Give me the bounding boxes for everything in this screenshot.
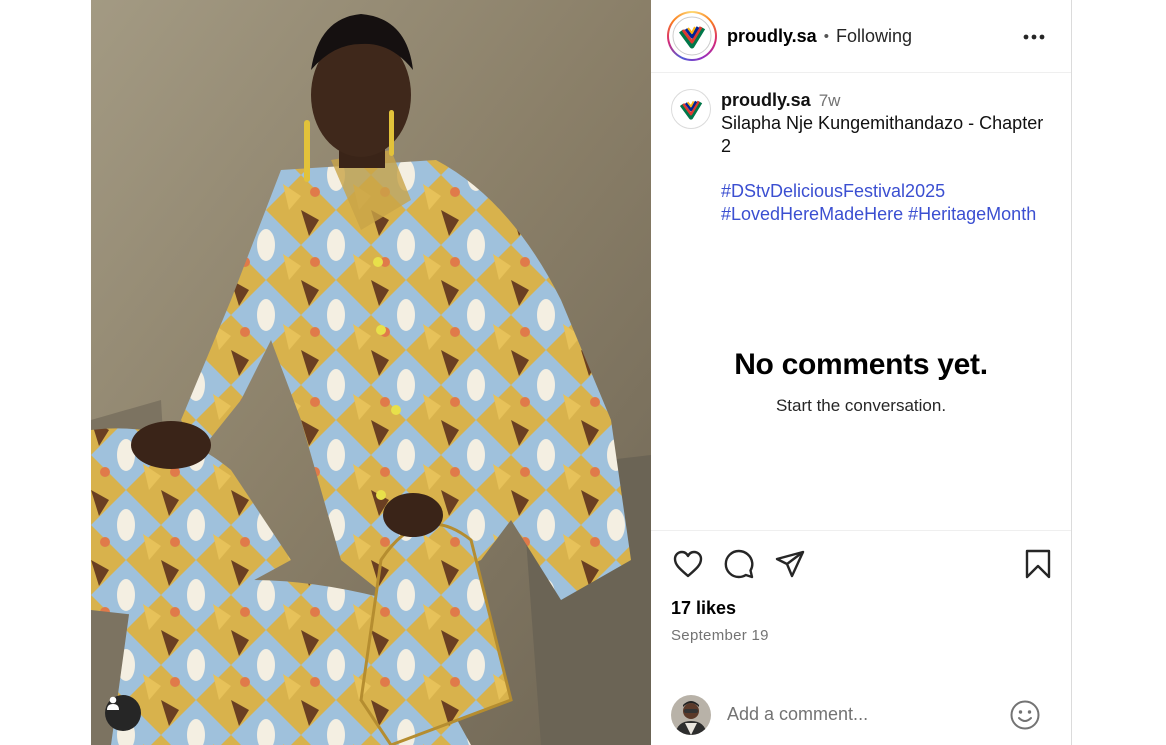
current-user-avatar — [671, 694, 711, 735]
hashtag-link[interactable]: #LovedHereMadeHere — [721, 204, 903, 224]
post-header: proudly.sa • Following — [651, 0, 1071, 73]
hashtag-link[interactable]: #DStvDeliciousFestival2025 — [721, 181, 945, 201]
likes-count[interactable]: 17 likes — [671, 598, 1051, 619]
heart-icon — [673, 550, 703, 578]
proudly-sa-logo — [672, 16, 712, 56]
caption-text: Silapha Nje Kungemithandazo - Chapter 2 — [721, 113, 1044, 156]
user-avatar-photo — [671, 694, 711, 735]
more-options-button[interactable] — [1019, 22, 1049, 52]
comment-input[interactable] — [727, 704, 1009, 725]
caption-body: proudly.sa 7w Silapha Nje Kungemithandazo… — [721, 89, 1051, 226]
post-side-panel: proudly.sa • Following proudly.sa 7w Sil… — [651, 0, 1072, 745]
add-comment-bar — [651, 684, 1071, 745]
post-photo[interactable] — [91, 0, 651, 745]
post-date[interactable]: September 19 — [671, 627, 1051, 644]
no-comments-title: No comments yet. — [734, 348, 988, 381]
caption-hashtags: #DStvDeliciousFestival2025 #LovedHereMad… — [721, 180, 1051, 226]
post-actions: 17 likes September 19 — [651, 530, 1071, 684]
comments-section: proudly.sa 7w Silapha Nje Kungemithandazo… — [651, 73, 1071, 530]
hashtag-link[interactable]: #HeritageMonth — [908, 204, 1036, 224]
caption: proudly.sa 7w Silapha Nje Kungemithandazo… — [671, 89, 1051, 226]
paper-plane-icon — [775, 550, 805, 578]
action-icons-bar — [671, 531, 1051, 595]
post-age[interactable]: 7w — [819, 91, 841, 110]
caption-username[interactable]: proudly.sa — [721, 90, 811, 110]
smiley-icon[interactable] — [1009, 699, 1041, 731]
caption-avatar[interactable] — [671, 89, 711, 129]
author-username[interactable]: proudly.sa — [727, 26, 817, 47]
following-button[interactable]: Following — [836, 26, 912, 47]
no-comments-placeholder: No comments yet. Start the conversation. — [651, 348, 1071, 416]
separator-dot: • — [823, 27, 829, 45]
no-comments-subtitle: Start the conversation. — [775, 396, 947, 415]
person-tag-icon — [107, 696, 119, 710]
share-button[interactable] — [773, 547, 807, 581]
tagged-users-button[interactable] — [105, 695, 141, 731]
comment-button[interactable] — [722, 547, 756, 581]
save-button[interactable] — [1021, 547, 1055, 581]
like-button[interactable] — [671, 547, 705, 581]
bookmark-icon — [1025, 549, 1051, 579]
post-modal: proudly.sa • Following proudly.sa 7w Sil… — [91, 0, 1072, 745]
author-avatar-story-ring[interactable] — [667, 11, 717, 61]
comment-bubble-icon — [724, 549, 754, 579]
more-options-icon — [1023, 34, 1045, 40]
proudly-sa-logo — [674, 92, 708, 126]
photo-illustration — [91, 0, 651, 745]
